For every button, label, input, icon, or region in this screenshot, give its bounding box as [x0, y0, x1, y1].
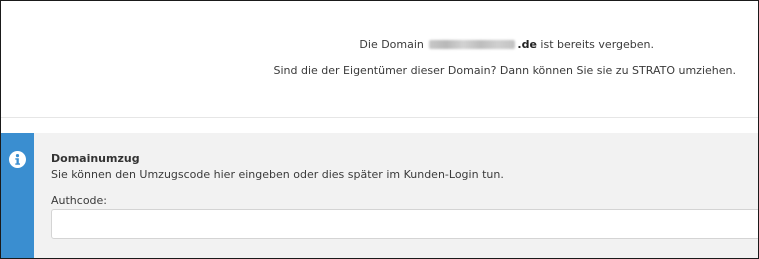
domain-message-suffix: ist bereits vergeben. — [540, 38, 654, 51]
domain-tld: .de — [517, 38, 537, 51]
info-accent-bar — [1, 133, 34, 258]
domain-transfer-panel: Domainumzug Sie können den Umzugscode hi… — [1, 133, 758, 258]
domain-transfer-page: Die Domain .de ist bereits vergeben. Sin… — [0, 0, 759, 259]
panel-title: Domainumzug — [51, 152, 140, 165]
domain-status-section: Die Domain .de ist bereits vergeben. Sin… — [1, 1, 758, 117]
authcode-label: Authcode: — [51, 194, 108, 207]
section-divider — [1, 117, 758, 118]
domain-message-prefix: Die Domain — [359, 38, 424, 51]
panel-description: Sie können den Umzugscode hier eingeben … — [51, 168, 504, 181]
blurred-domain-name — [429, 40, 516, 49]
info-icon — [9, 151, 26, 168]
authcode-input[interactable] — [51, 209, 758, 239]
domain-taken-message: Die Domain .de ist bereits vergeben. — [359, 38, 654, 51]
transfer-prompt-message: Sind die der Eigentümer dieser Domain? D… — [273, 64, 737, 77]
